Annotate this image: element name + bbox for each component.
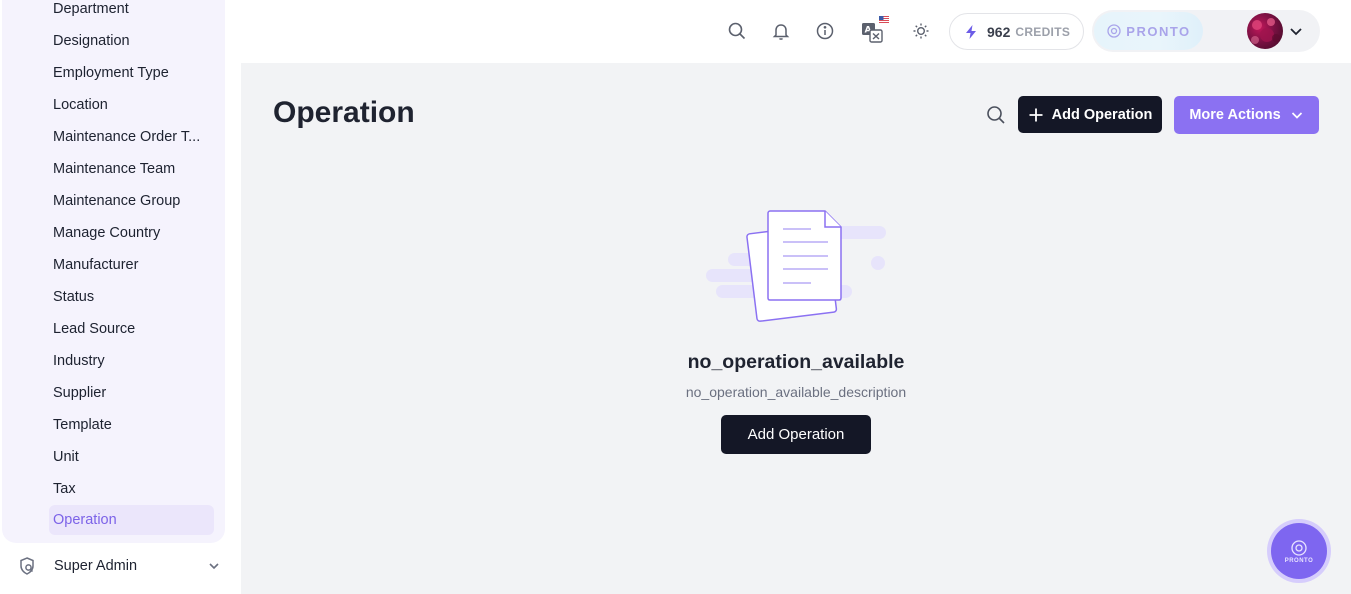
sidebar-item-status[interactable]: Status bbox=[49, 282, 214, 312]
search-icon[interactable] bbox=[985, 104, 1007, 126]
sidebar-item-label: Maintenance Team bbox=[53, 161, 176, 177]
more-actions-button[interactable]: More Actions bbox=[1174, 96, 1319, 134]
pronto-logo-icon bbox=[1106, 23, 1122, 39]
sidebar-item-label: Manage Country bbox=[53, 225, 161, 241]
chevron-down-icon bbox=[206, 558, 222, 574]
credits-badge[interactable]: 962 CREDITS bbox=[949, 13, 1084, 50]
empty-state-add-operation-button[interactable]: Add Operation bbox=[721, 415, 871, 454]
sidebar-item-label: Maintenance Order T... bbox=[53, 129, 201, 145]
empty-state-description: no_operation_available_description bbox=[685, 384, 907, 400]
sidebar-item-department[interactable]: Department bbox=[49, 0, 214, 24]
top-header: A 962 CREDITS PRONTO bbox=[241, 0, 1351, 63]
brand-logo: PRONTO bbox=[1094, 12, 1203, 50]
sidebar-item-lead-source[interactable]: Lead Source bbox=[49, 314, 214, 344]
add-operation-label: Add Operation bbox=[1051, 106, 1153, 123]
sidebar-item-employment-type[interactable]: Employment Type bbox=[49, 58, 214, 88]
sidebar-item-maintenance-team[interactable]: Maintenance Team bbox=[49, 154, 214, 184]
sidebar-item-label: Unit bbox=[53, 449, 79, 465]
sidebar-item-label: Status bbox=[53, 289, 95, 305]
sidebar-item-label: Operation bbox=[53, 512, 117, 528]
avatar[interactable] bbox=[1247, 13, 1283, 49]
chevron-down-icon bbox=[1290, 108, 1304, 122]
empty-state-title: no_operation_available bbox=[687, 351, 905, 373]
sidebar-item-unit[interactable]: Unit bbox=[49, 442, 214, 472]
page-title: Operation bbox=[273, 96, 415, 129]
super-admin-label: Super Admin bbox=[54, 558, 138, 574]
search-icon[interactable] bbox=[725, 19, 749, 43]
sun-icon[interactable] bbox=[909, 19, 933, 43]
pronto-assistant-button[interactable]: PRONTO bbox=[1271, 523, 1327, 579]
sidebar-item-operation[interactable]: Operation bbox=[49, 505, 214, 535]
profile-menu[interactable]: PRONTO bbox=[1092, 10, 1320, 52]
sidebar-item-label: Manufacturer bbox=[53, 257, 139, 273]
sidebar-item-label: Department bbox=[53, 1, 129, 17]
plus-icon bbox=[1028, 107, 1044, 123]
sidebar-super-admin[interactable]: Super Admin bbox=[16, 550, 222, 582]
sidebar-item-label: Employment Type bbox=[53, 65, 169, 81]
chevron-down-icon[interactable] bbox=[1288, 23, 1304, 39]
super-admin-icon bbox=[16, 555, 38, 577]
sidebar-item-location[interactable]: Location bbox=[49, 90, 214, 120]
credits-label: CREDITS bbox=[1015, 24, 1071, 39]
sidebar-item-label: Industry bbox=[53, 353, 105, 369]
sidebar-item-supplier[interactable]: Supplier bbox=[49, 378, 214, 408]
sidebar-item-label: Maintenance Group bbox=[53, 193, 181, 209]
add-operation-button[interactable]: Add Operation bbox=[1018, 96, 1162, 133]
empty-state-illustration bbox=[706, 208, 886, 323]
sidebar-item-manufacturer[interactable]: Manufacturer bbox=[49, 250, 214, 280]
brand-name: PRONTO bbox=[1126, 23, 1191, 39]
empty-state-button-label: Add Operation bbox=[747, 426, 845, 443]
sidebar-item-tax[interactable]: Tax bbox=[49, 474, 214, 504]
lightning-icon bbox=[963, 24, 979, 40]
sidebar-item-label: Supplier bbox=[53, 385, 107, 401]
bell-icon[interactable] bbox=[769, 19, 793, 43]
main-content: Operation Add Operation More Actions no_… bbox=[241, 63, 1351, 594]
sidebar-item-label: Lead Source bbox=[53, 321, 136, 337]
sidebar-item-designation[interactable]: Designation bbox=[49, 26, 214, 56]
pronto-logo-icon bbox=[1290, 539, 1308, 557]
more-actions-label: More Actions bbox=[1189, 107, 1281, 123]
credits-value: 962 bbox=[987, 23, 1011, 40]
sidebar-item-template[interactable]: Template bbox=[49, 410, 214, 440]
sidebar-item-industry[interactable]: Industry bbox=[49, 346, 214, 376]
translate-icon[interactable]: A bbox=[860, 14, 890, 44]
sidebar-item-maintenance-order-type[interactable]: Maintenance Order T... bbox=[49, 122, 214, 152]
sidebar-item-manage-country[interactable]: Manage Country bbox=[49, 218, 214, 248]
fab-label: PRONTO bbox=[1284, 557, 1314, 564]
us-flag-icon bbox=[879, 16, 889, 23]
sidebar-item-label: Tax bbox=[53, 481, 76, 497]
sidebar-item-label: Location bbox=[53, 97, 108, 113]
info-icon[interactable] bbox=[813, 19, 837, 43]
sidebar-item-label: Designation bbox=[53, 33, 130, 49]
sidebar: Department Designation Employment Type L… bbox=[0, 0, 241, 594]
sidebar-item-label: Template bbox=[53, 417, 112, 433]
sidebar-item-maintenance-group[interactable]: Maintenance Group bbox=[49, 186, 214, 216]
